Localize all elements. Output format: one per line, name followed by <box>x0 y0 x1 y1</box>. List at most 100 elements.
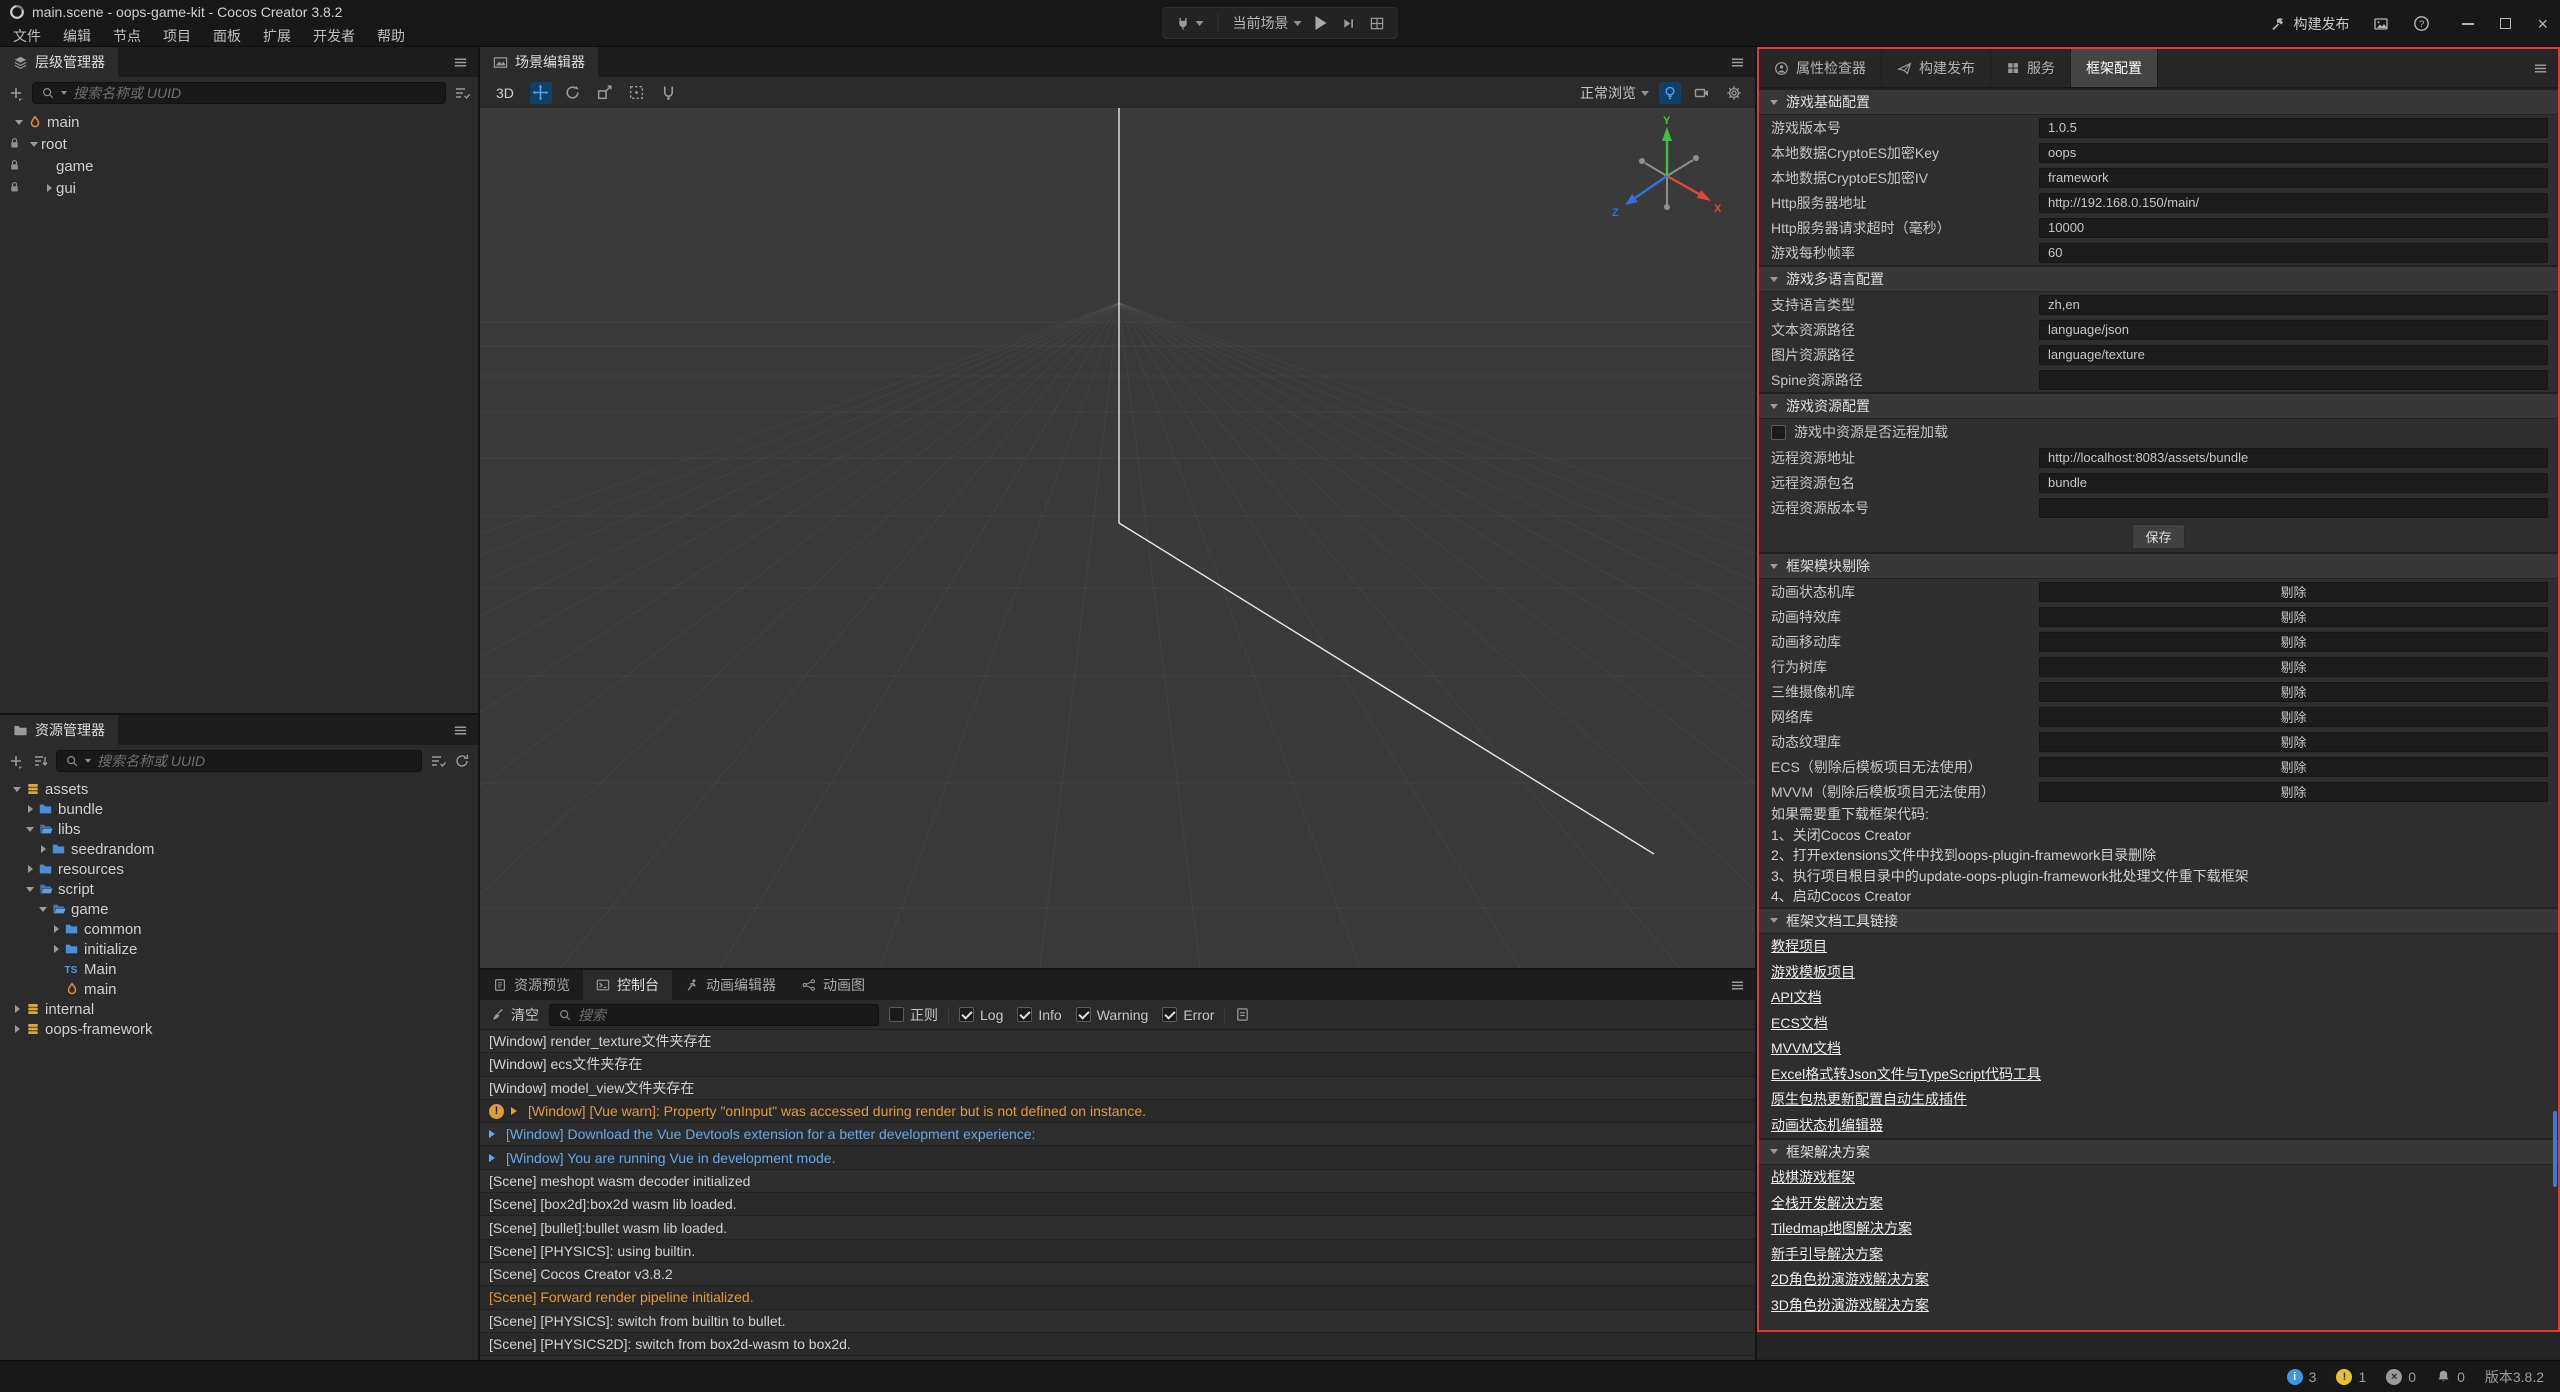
inspector-panel-menu-button[interactable] <box>2523 49 2558 87</box>
assets-sort-button[interactable] <box>32 753 48 769</box>
chevron-right-icon[interactable] <box>23 805 37 813</box>
link-3D角色扮演游戏解决方案[interactable]: 3D角色扮演游戏解决方案 <box>1771 1295 1929 1315</box>
menu-项目[interactable]: 项目 <box>152 26 202 46</box>
tab-动画编辑器[interactable]: 动画编辑器 <box>672 970 789 1000</box>
field-input-游戏版本号[interactable] <box>2039 118 2548 138</box>
console-clear-button[interactable]: 清空 <box>490 1005 539 1025</box>
filter-warning-checkbox[interactable]: Warning <box>1076 1007 1149 1023</box>
asset-node-script[interactable]: script <box>0 879 478 899</box>
menu-编辑[interactable]: 编辑 <box>52 26 102 46</box>
menu-节点[interactable]: 节点 <box>102 26 152 46</box>
hierarchy-panel-menu-button[interactable] <box>443 47 478 77</box>
tab-服务[interactable]: 服务 <box>1991 49 2071 87</box>
remove-module-button-动画特效库[interactable]: 剔除 <box>2039 607 2548 627</box>
menu-扩展[interactable]: 扩展 <box>252 26 302 46</box>
menu-文件[interactable]: 文件 <box>2 26 52 46</box>
scrollbar-thumb[interactable] <box>2553 1111 2557 1187</box>
console-panel-menu-button[interactable] <box>1720 970 1755 1000</box>
link-Tiledmap地图解决方案[interactable]: Tiledmap地图解决方案 <box>1771 1218 1912 1238</box>
console-search[interactable] <box>549 1004 879 1026</box>
chevron-right-icon[interactable] <box>10 1025 24 1033</box>
expand-arrow-icon[interactable] <box>489 1154 499 1162</box>
chevron-right-icon[interactable] <box>36 845 50 853</box>
scene-light-toggle[interactable] <box>1659 82 1681 104</box>
status-info[interactable]: i 3 <box>2287 1369 2317 1385</box>
chevron-right-icon[interactable] <box>49 945 63 953</box>
step-button[interactable] <box>1341 16 1356 31</box>
chevron-right-icon[interactable] <box>42 184 56 192</box>
asset-node-libs[interactable]: libs <box>0 819 478 839</box>
assets-filter-button[interactable] <box>430 753 446 769</box>
remove-module-button-ECS（剔除后模板项目无法使用）[interactable]: 剔除 <box>2039 757 2548 777</box>
asset-node-Main[interactable]: TSMain <box>0 959 478 979</box>
asset-node-seedrandom[interactable]: seedrandom <box>0 839 478 859</box>
tab-资源预览[interactable]: 资源预览 <box>480 970 583 1000</box>
field-input-远程资源版本号[interactable] <box>2039 498 2548 518</box>
create-asset-button[interactable] <box>8 753 24 769</box>
expand-arrow-icon[interactable] <box>489 1130 499 1138</box>
asset-node-game[interactable]: game <box>0 899 478 919</box>
remove-module-button-行为树库[interactable]: 剔除 <box>2039 657 2548 677</box>
scene-panel-menu-button[interactable] <box>1720 47 1755 77</box>
link-全栈开发解决方案[interactable]: 全栈开发解决方案 <box>1771 1193 1883 1213</box>
link-API文档[interactable]: API文档 <box>1771 987 1822 1007</box>
tab-动画图[interactable]: 动画图 <box>789 970 878 1000</box>
link-ECS文档[interactable]: ECS文档 <box>1771 1013 1828 1033</box>
field-input-游戏每秒帧率[interactable] <box>2039 243 2548 263</box>
link-新手引导解决方案[interactable]: 新手引导解决方案 <box>1771 1244 1883 1264</box>
link-游戏模板项目[interactable]: 游戏模板项目 <box>1771 962 1855 982</box>
chevron-down-icon[interactable] <box>36 903 50 916</box>
regex-checkbox[interactable]: 正则 <box>889 1005 938 1025</box>
status-notifications[interactable]: 0 <box>2436 1369 2465 1385</box>
tab-hierarchy[interactable]: 层级管理器 <box>0 47 118 77</box>
tab-控制台[interactable]: 控制台 <box>583 970 672 1000</box>
chevron-right-icon[interactable] <box>23 865 37 873</box>
chevron-down-icon[interactable] <box>27 138 41 151</box>
field-input-Http服务器请求超时（毫秒）[interactable] <box>2039 218 2548 238</box>
hierarchy-node-main[interactable]: main <box>0 111 478 133</box>
field-input-图片资源路径[interactable] <box>2039 345 2548 365</box>
move-tool-button[interactable] <box>530 82 552 104</box>
log-row[interactable]: ![Window] [Vue warn]: Property "onInput"… <box>480 1100 1755 1123</box>
scene-select-dropdown[interactable]: 当前场景 <box>1233 13 1302 33</box>
field-input-Http服务器地址[interactable] <box>2039 193 2548 213</box>
hierarchy-search-input[interactable] <box>73 85 437 101</box>
close-button[interactable]: × <box>2537 15 2548 33</box>
checkbox-icon[interactable] <box>1771 425 1786 440</box>
hierarchy-node-gui[interactable]: gui <box>0 177 478 199</box>
play-button[interactable] <box>1316 16 1327 30</box>
section-header-游戏多语言配置[interactable]: 游戏多语言配置 <box>1759 265 2558 292</box>
link-教程项目[interactable]: 教程项目 <box>1771 936 1827 956</box>
section-header-框架模块剔除[interactable]: 框架模块剔除 <box>1759 552 2558 579</box>
preview-device-select[interactable] <box>1176 16 1204 31</box>
status-warnings[interactable]: ! 1 <box>2336 1369 2366 1385</box>
asset-node-internal[interactable]: internal <box>0 999 478 1019</box>
menu-开发者[interactable]: 开发者 <box>302 26 366 46</box>
asset-node-main[interactable]: main <box>0 979 478 999</box>
tab-属性检查器[interactable]: 属性检查器 <box>1759 49 1882 87</box>
minimize-button[interactable] <box>2462 23 2474 25</box>
link-2D角色扮演游戏解决方案[interactable]: 2D角色扮演游戏解决方案 <box>1771 1269 1929 1289</box>
chevron-down-icon[interactable] <box>10 783 24 796</box>
menu-面板[interactable]: 面板 <box>202 26 252 46</box>
asset-node-assets[interactable]: assets <box>0 779 478 799</box>
field-input-远程资源包名[interactable] <box>2039 473 2548 493</box>
remove-module-button-动态纹理库[interactable]: 剔除 <box>2039 732 2548 752</box>
filter-info-checkbox[interactable]: Info <box>1017 1007 1061 1023</box>
build-publish-button[interactable]: 构建发布 <box>2270 14 2349 34</box>
scene-settings-button[interactable] <box>1723 82 1745 104</box>
chevron-down-icon[interactable] <box>23 823 37 836</box>
scene-camera-button[interactable] <box>1691 82 1713 104</box>
chevron-right-icon[interactable] <box>49 925 63 933</box>
scale-tool-button[interactable] <box>594 82 616 104</box>
field-input-Spine资源路径[interactable] <box>2039 370 2548 390</box>
expand-arrow-icon[interactable] <box>511 1107 521 1115</box>
hierarchy-node-root[interactable]: root <box>0 133 478 155</box>
section-header-框架解决方案[interactable]: 框架解决方案 <box>1759 1138 2558 1165</box>
log-row[interactable]: [Window] Download the Vue Devtools exten… <box>480 1123 1755 1146</box>
section-header-游戏基础配置[interactable]: 游戏基础配置 <box>1759 88 2558 115</box>
save-button[interactable]: 保存 <box>2132 524 2184 549</box>
view-mode-dropdown[interactable]: 正常浏览 <box>1580 83 1649 103</box>
asset-node-common[interactable]: common <box>0 919 478 939</box>
console-search-input[interactable] <box>578 1007 870 1023</box>
